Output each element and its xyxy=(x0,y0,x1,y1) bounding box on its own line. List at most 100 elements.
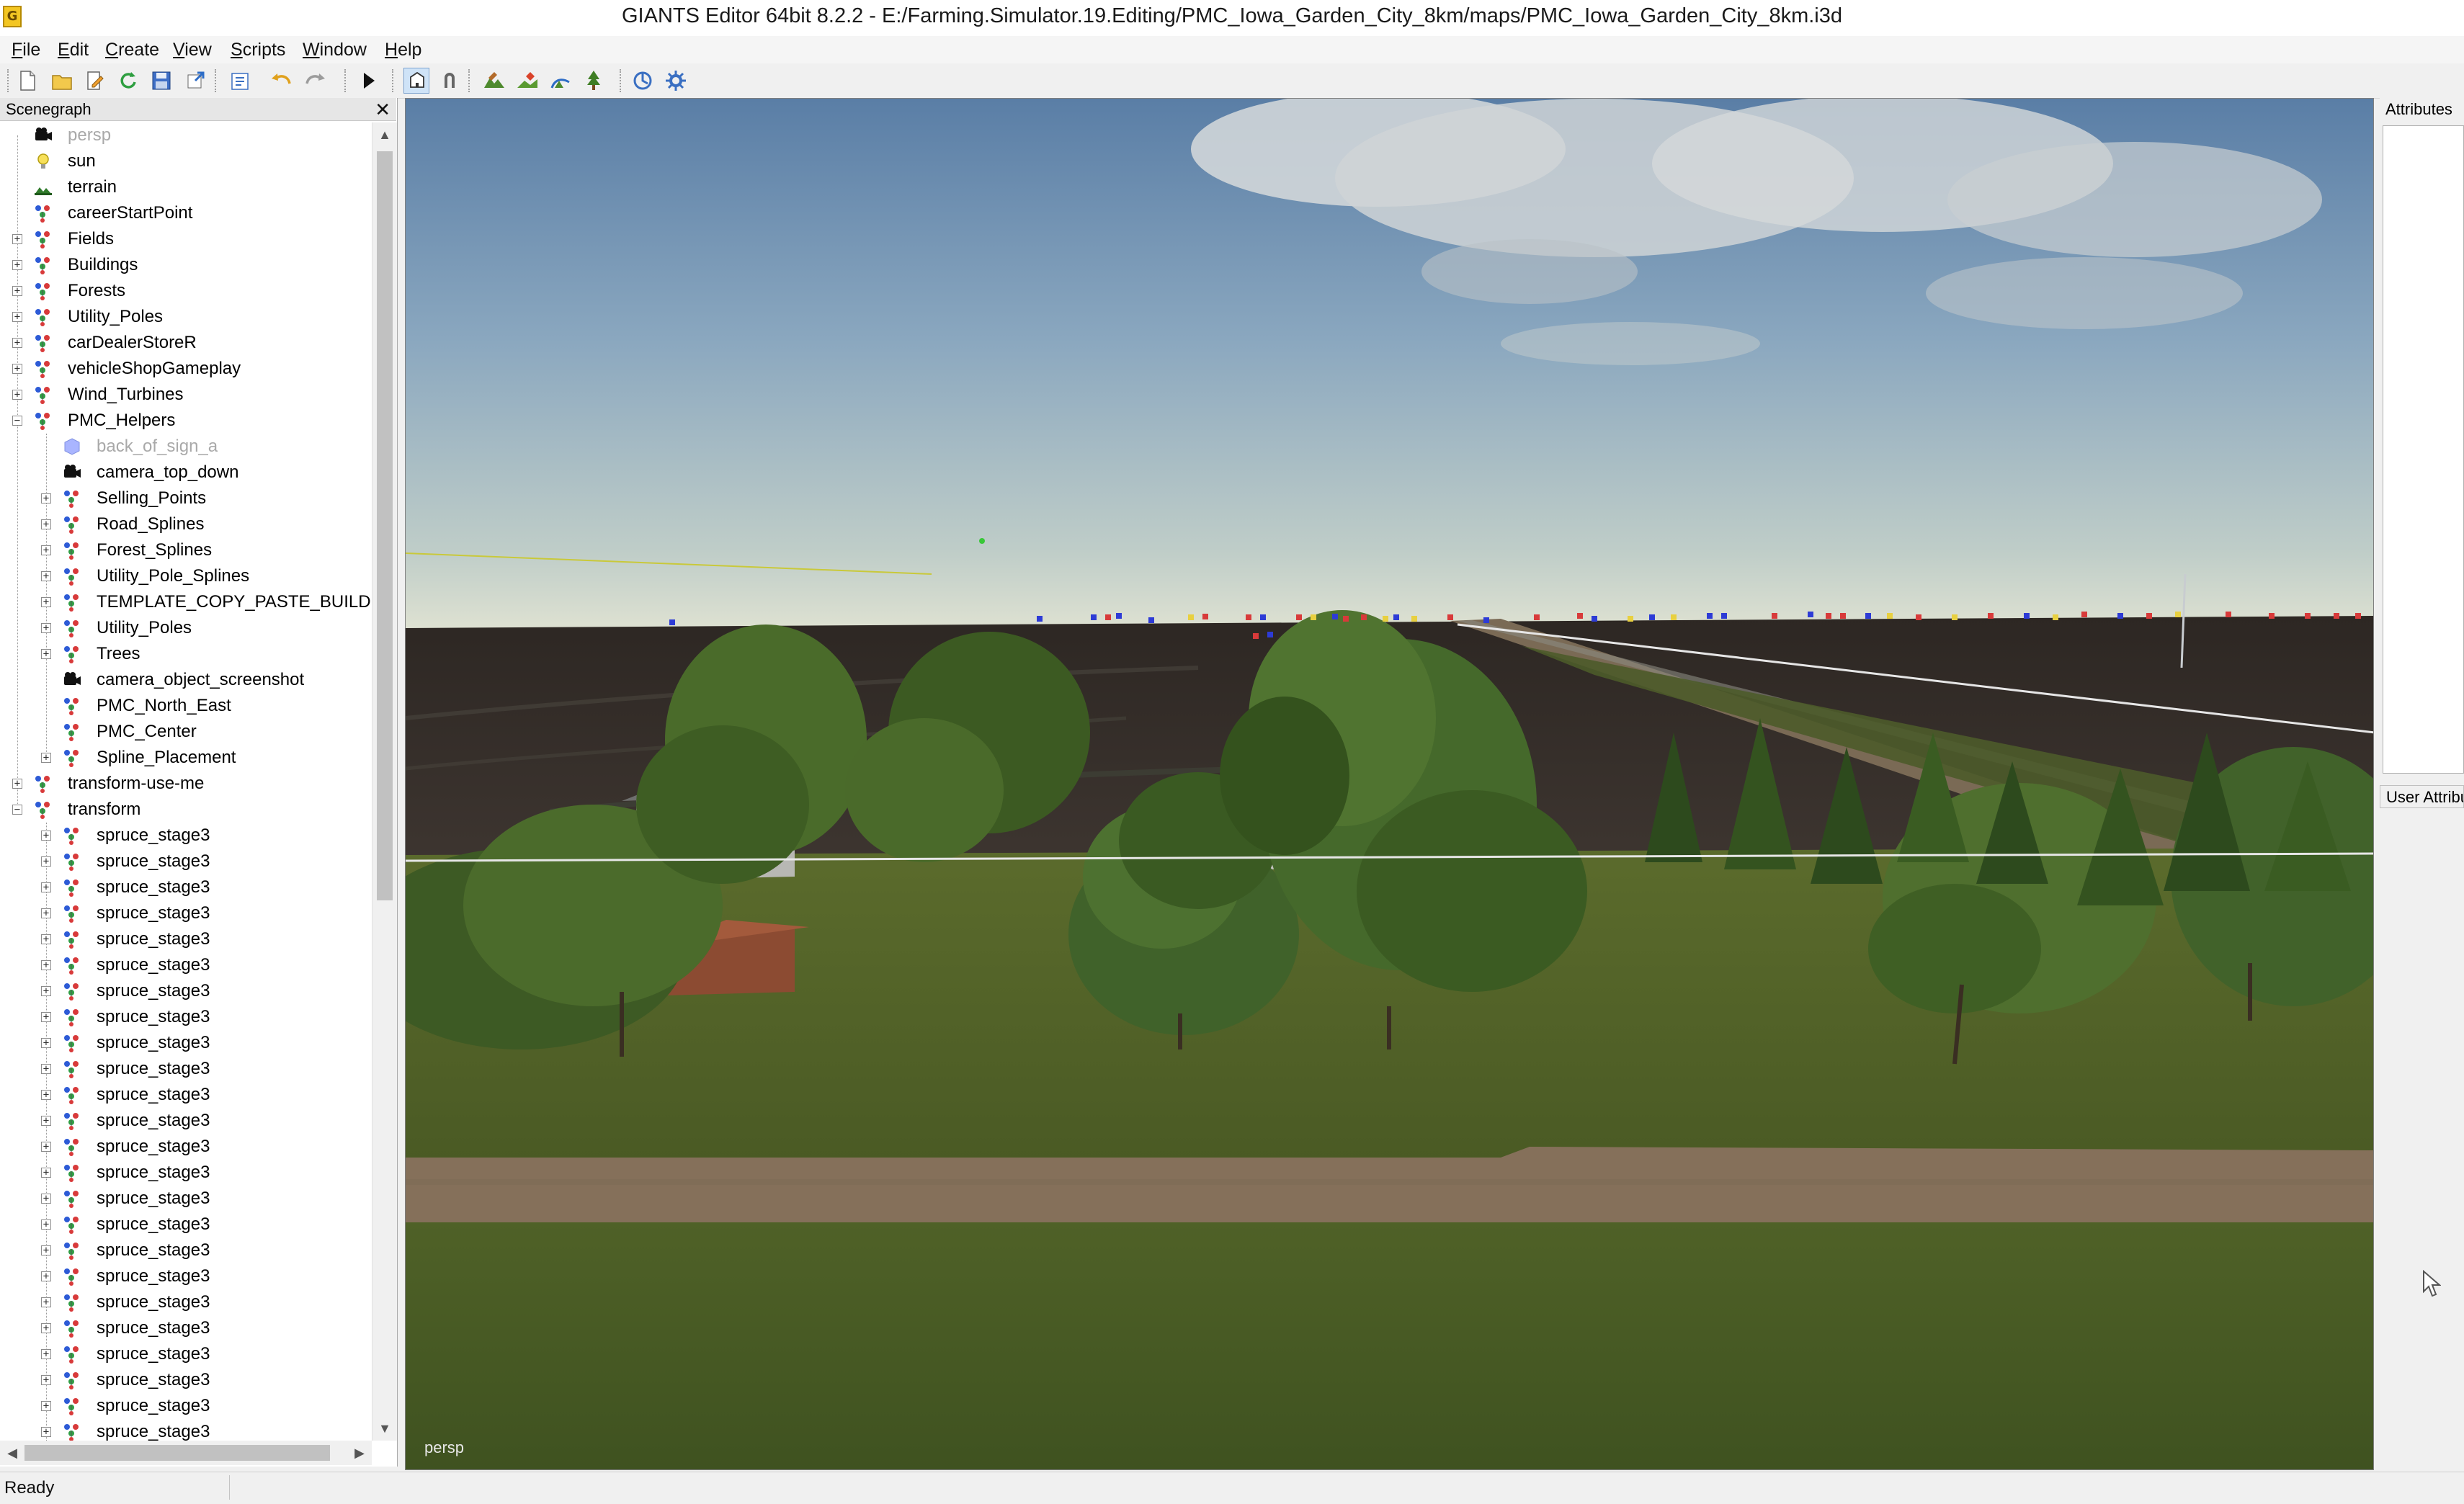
expand-icon[interactable]: + xyxy=(12,260,22,270)
viewport-3d[interactable]: persp xyxy=(405,98,2374,1470)
scenegraph-node[interactable]: + Forest_Splines xyxy=(0,537,372,563)
expand-icon[interactable]: + xyxy=(41,1349,51,1359)
scenegraph-node[interactable]: − PMC_Helpers xyxy=(0,408,372,434)
undo-button[interactable] xyxy=(268,68,294,94)
scenegraph-node[interactable]: PMC_Center xyxy=(0,719,372,745)
expand-icon[interactable]: + xyxy=(41,519,51,529)
scenegraph-vertical-scrollbar[interactable]: ▲ ▼ xyxy=(372,122,397,1441)
select-mode-button[interactable] xyxy=(403,68,429,94)
scenegraph-node[interactable]: PMC_North_East xyxy=(0,693,372,719)
menu-help[interactable]: Help xyxy=(382,36,424,63)
scenegraph-node[interactable]: + Utility_Poles xyxy=(0,615,372,641)
scenegraph-node[interactable]: back_of_sign_a xyxy=(0,434,372,460)
scenegraph-node[interactable]: + vehicleShopGameplay xyxy=(0,356,372,382)
scenegraph-node[interactable]: + spruce_stage3 xyxy=(0,1108,372,1134)
scenegraph-node[interactable]: + spruce_stage3 xyxy=(0,900,372,926)
scenegraph-node[interactable]: + Selling_Points xyxy=(0,485,372,511)
expand-icon[interactable]: + xyxy=(41,1038,51,1048)
expand-icon[interactable]: + xyxy=(41,1323,51,1333)
expand-icon[interactable]: + xyxy=(41,1194,51,1204)
scenegraph-node[interactable]: + Road_Splines xyxy=(0,511,372,537)
scenegraph-node[interactable]: careerStartPoint xyxy=(0,200,372,226)
menu-create[interactable]: Create xyxy=(102,36,162,63)
scenegraph-node[interactable]: + Utility_Poles xyxy=(0,304,372,330)
menu-edit[interactable]: Edit xyxy=(55,36,91,63)
expand-icon[interactable]: + xyxy=(41,1219,51,1230)
scenegraph-node[interactable]: + spruce_stage3 xyxy=(0,1419,372,1441)
scenegraph-horizontal-scrollbar[interactable]: ◀ ▶ xyxy=(0,1441,372,1465)
scenegraph-node[interactable]: + spruce_stage3 xyxy=(0,926,372,952)
expand-icon[interactable]: + xyxy=(12,286,22,296)
scenegraph-node[interactable]: + spruce_stage3 xyxy=(0,1237,372,1263)
expand-icon[interactable]: + xyxy=(41,1116,51,1126)
scenegraph-node[interactable]: + TEMPLATE_COPY_PASTE_BUILD xyxy=(0,589,372,615)
open-button[interactable] xyxy=(49,68,75,94)
settings-button[interactable] xyxy=(663,68,689,94)
edit-file-button[interactable] xyxy=(82,68,108,94)
expand-icon[interactable]: + xyxy=(12,338,22,348)
scenegraph-node[interactable]: terrain xyxy=(0,174,372,200)
scenegraph-node[interactable]: + transform-use-me xyxy=(0,771,372,797)
expand-icon[interactable]: + xyxy=(12,390,22,400)
expand-icon[interactable]: + xyxy=(41,753,51,763)
tree-paint-button[interactable] xyxy=(581,68,607,94)
scenegraph-node[interactable]: + spruce_stage3 xyxy=(0,1263,372,1289)
scenegraph-node[interactable]: + spruce_stage3 xyxy=(0,1004,372,1030)
play-button[interactable] xyxy=(356,68,382,94)
scroll-up-icon[interactable]: ▲ xyxy=(372,122,397,147)
scenegraph-node[interactable]: + spruce_stage3 xyxy=(0,1030,372,1056)
expand-icon[interactable]: + xyxy=(12,234,22,244)
scenegraph-node[interactable]: + Utility_Pole_Splines xyxy=(0,563,372,589)
scenegraph-node[interactable]: + spruce_stage3 xyxy=(0,823,372,849)
scrollbar-thumb[interactable] xyxy=(377,151,393,900)
scenegraph-node[interactable]: camera_object_screenshot xyxy=(0,667,372,693)
menu-view[interactable]: View xyxy=(170,36,215,63)
scroll-right-icon[interactable]: ▶ xyxy=(347,1441,372,1465)
menu-scripts[interactable]: Scripts xyxy=(228,36,288,63)
scenegraph-node[interactable]: camera_top_down xyxy=(0,460,372,485)
expand-icon[interactable]: + xyxy=(41,831,51,841)
scroll-down-icon[interactable]: ▼ xyxy=(372,1416,397,1441)
expand-icon[interactable]: + xyxy=(41,1375,51,1385)
scenegraph-node[interactable]: + spruce_stage3 xyxy=(0,1056,372,1082)
scenegraph-node[interactable]: + spruce_stage3 xyxy=(0,1315,372,1341)
scenegraph-node[interactable]: + spruce_stage3 xyxy=(0,978,372,1004)
expand-icon[interactable]: + xyxy=(41,545,51,555)
expand-icon[interactable]: + xyxy=(41,1142,51,1152)
scroll-left-icon[interactable]: ◀ xyxy=(0,1441,24,1465)
expand-icon[interactable]: + xyxy=(41,934,51,944)
scenegraph-node[interactable]: + spruce_stage3 xyxy=(0,874,372,900)
scenegraph-node[interactable]: + spruce_stage3 xyxy=(0,1341,372,1367)
scenegraph-node[interactable]: + spruce_stage3 xyxy=(0,1212,372,1237)
expand-icon[interactable]: + xyxy=(41,1168,51,1178)
reload-button[interactable] xyxy=(115,68,141,94)
terrain-paint-button[interactable] xyxy=(514,68,540,94)
expand-icon[interactable]: + xyxy=(41,1064,51,1074)
scenegraph-node[interactable]: + spruce_stage3 xyxy=(0,1367,372,1393)
expand-icon[interactable]: + xyxy=(41,1401,51,1411)
close-icon[interactable]: ✕ xyxy=(375,98,390,121)
snap-button[interactable] xyxy=(437,68,463,94)
scenegraph-node[interactable]: + spruce_stage3 xyxy=(0,1082,372,1108)
collapse-icon[interactable]: − xyxy=(12,805,22,815)
scenegraph-node[interactable]: + carDealerStoreR xyxy=(0,330,372,356)
import-button[interactable] xyxy=(228,68,254,94)
expand-icon[interactable]: + xyxy=(41,571,51,581)
scenegraph-node[interactable]: + Trees xyxy=(0,641,372,667)
expand-icon[interactable]: + xyxy=(41,986,51,996)
export-button[interactable] xyxy=(183,68,209,94)
expand-icon[interactable]: + xyxy=(41,493,51,503)
scenegraph-node[interactable]: + spruce_stage3 xyxy=(0,1160,372,1186)
expand-icon[interactable]: + xyxy=(41,623,51,633)
scenegraph-node[interactable]: + spruce_stage3 xyxy=(0,849,372,874)
scenegraph-node[interactable]: + Fields xyxy=(0,226,372,252)
expand-icon[interactable]: + xyxy=(41,908,51,918)
scenegraph-node[interactable]: + spruce_stage3 xyxy=(0,1186,372,1212)
scenegraph-node[interactable]: − transform xyxy=(0,797,372,823)
redo-button[interactable] xyxy=(303,68,329,94)
scenegraph-node[interactable]: + spruce_stage3 xyxy=(0,1134,372,1160)
scenegraph-node[interactable]: + Forests xyxy=(0,278,372,304)
expand-icon[interactable]: + xyxy=(41,649,51,659)
save-button[interactable] xyxy=(148,68,174,94)
expand-icon[interactable]: + xyxy=(12,312,22,322)
